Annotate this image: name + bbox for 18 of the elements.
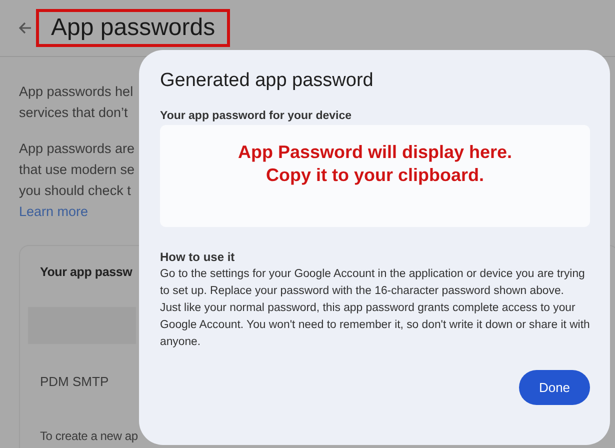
instruction-text: Just like your normal password, this app password grants complete access to your Google Account. You won't need to remember it, so don't write it down or share it with anyone. (160, 301, 590, 350)
intro-text-line: services that don’t (19, 104, 128, 122)
description-text-line: you should check t (19, 182, 131, 200)
card-heading: Your app passw (40, 264, 132, 281)
instruction-text: Go to the settings for your Google Account in the application or device you are trying to set up. Replace your password with the 16-character password shown above. (160, 267, 586, 299)
back-arrow-icon[interactable] (18, 21, 32, 35)
how-to-heading: How to use it (160, 249, 236, 266)
description-text-line: that use modern se (19, 161, 135, 179)
description-text-line: App passwords are (19, 140, 135, 158)
card-footer-text: To create a new ap (40, 428, 138, 445)
password-note: Copy it to your clipboard. (266, 164, 484, 187)
password-note: App Password will display here. (238, 141, 512, 164)
page-title: App passwords (36, 9, 230, 47)
dialog-title: Generated app password (160, 70, 374, 92)
field-label: Your app password for your device (160, 110, 352, 122)
app-name: PDM SMTP (40, 373, 109, 391)
done-button[interactable]: Done (519, 370, 590, 405)
intro-text-line: App passwords hel (19, 83, 134, 101)
